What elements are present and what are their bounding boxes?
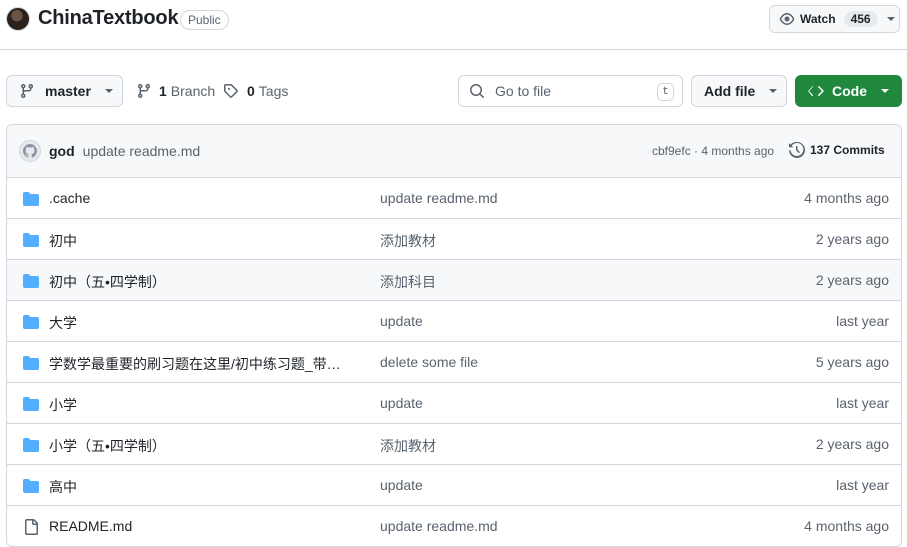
file-name-link[interactable]: .cache xyxy=(49,190,90,206)
go-to-file-input[interactable]: Go to file t xyxy=(458,75,683,107)
commit-author[interactable]: god xyxy=(49,143,75,159)
commit-hash-time[interactable]: cbf9efc · 4 months ago xyxy=(652,144,774,158)
file-name-link[interactable]: 高中 xyxy=(49,477,77,497)
commit-message-link[interactable]: update xyxy=(380,313,423,329)
chevron-down-icon xyxy=(886,17,895,21)
commit-message-link[interactable]: update readme.md xyxy=(380,190,498,206)
search-icon xyxy=(470,84,485,99)
file-name-link[interactable]: 初中（五•四学制） xyxy=(49,272,166,292)
branches-count: 1 xyxy=(159,83,167,99)
chevron-down-icon xyxy=(769,89,778,93)
tags-label: Tags xyxy=(258,83,289,99)
commit-author-avatar[interactable] xyxy=(19,140,41,162)
commit-message-link[interactable]: update xyxy=(380,477,423,493)
chevron-down-icon xyxy=(881,89,889,93)
commit-message[interactable]: update readme.md xyxy=(83,143,201,159)
file-name-link[interactable]: 小学 xyxy=(49,395,77,415)
folder-row[interactable]: 初中（五•四学制） 添加科目 2 years ago xyxy=(7,260,901,301)
folder-icon xyxy=(23,396,39,415)
branches-label: Branch xyxy=(170,83,216,99)
watch-button[interactable]: Watch 456 xyxy=(769,5,900,33)
folder-row[interactable]: 小学 update last year xyxy=(7,383,901,424)
commit-message-link[interactable]: 添加教材 xyxy=(380,231,436,251)
commit-age: 2 years ago xyxy=(815,272,889,288)
repo-toolbar: master 1 Branch 0 Tags Go to file t Add … xyxy=(0,75,907,107)
file-name-link[interactable]: 小学（五•四学制） xyxy=(49,436,166,456)
visibility-badge: Public xyxy=(180,10,229,30)
tag-icon xyxy=(224,84,238,98)
commit-message-link[interactable]: 添加科目 xyxy=(380,272,436,292)
file-name-link[interactable]: 初中 xyxy=(49,231,77,251)
file-name-link[interactable]: 学数学最重要的刷习题在这里/初中练习题_带… xyxy=(49,354,341,374)
folder-icon xyxy=(23,273,39,292)
folder-icon xyxy=(23,314,39,333)
commit-age: 4 months ago xyxy=(804,190,889,206)
branch-selector[interactable]: master xyxy=(6,75,123,107)
commit-message-link[interactable]: update xyxy=(380,395,423,411)
watch-label: Watch xyxy=(800,12,836,26)
code-button[interactable]: Code xyxy=(795,75,902,107)
search-placeholder: Go to file xyxy=(495,83,552,99)
file-list: .cache update readme.md 4 months ago 初中 添加教材… xyxy=(7,178,901,546)
commit-age: 5 years ago xyxy=(815,354,889,370)
commit-message-link[interactable]: update readme.md xyxy=(380,518,498,534)
history-icon xyxy=(789,142,805,158)
commit-message-link[interactable]: 添加教材 xyxy=(380,436,436,456)
file-row[interactable]: README.md update readme.md 4 months ago xyxy=(7,506,901,546)
repo-name[interactable]: ChinaTextbook xyxy=(38,7,179,30)
folder-row[interactable]: .cache update readme.md 4 months ago xyxy=(7,178,901,219)
file-table: god update readme.md cbf9efc · 4 months … xyxy=(6,124,902,547)
branch-icon xyxy=(21,83,33,99)
folder-icon xyxy=(23,478,39,497)
commit-age: 4 months ago xyxy=(804,518,889,534)
folder-row[interactable]: 小学（五•四学制） 添加教材 2 years ago xyxy=(7,424,901,465)
file-name-link[interactable]: README.md xyxy=(49,518,132,534)
repo-header: ChinaTextbook Public Watch 456 xyxy=(0,0,907,50)
owner-avatar[interactable] xyxy=(6,7,30,31)
branches-link[interactable]: 1 Branch xyxy=(136,75,215,107)
file-name-link[interactable]: 大学 xyxy=(49,313,77,333)
folder-icon xyxy=(23,355,39,374)
folder-icon xyxy=(23,191,39,210)
folder-icon xyxy=(23,232,39,251)
chevron-down-icon xyxy=(104,89,113,93)
tags-count: 0 xyxy=(247,83,255,99)
folder-row[interactable]: 高中 update last year xyxy=(7,465,901,506)
commits-history-link[interactable]: 137 Commits xyxy=(789,142,885,158)
folder-row[interactable]: 大学 update last year xyxy=(7,301,901,342)
commit-age: last year xyxy=(836,477,889,493)
code-icon xyxy=(808,86,824,96)
commit-age: 2 years ago xyxy=(815,436,889,452)
folder-row[interactable]: 学数学最重要的刷习题在这里/初中练习题_带… delete some file 5 … xyxy=(7,342,901,383)
commit-age: last year xyxy=(836,313,889,329)
folder-row[interactable]: 初中 添加教材 2 years ago xyxy=(7,219,901,260)
folder-icon xyxy=(23,437,39,456)
commit-message-link[interactable]: delete some file xyxy=(380,354,478,370)
commits-count-label: 137 Commits xyxy=(810,143,885,157)
github-mark-icon xyxy=(23,144,37,158)
commit-age: 2 years ago xyxy=(815,231,889,247)
code-label: Code xyxy=(832,83,867,99)
eye-icon xyxy=(779,13,795,25)
commit-age: last year xyxy=(836,395,889,411)
latest-commit-bar: god update readme.md cbf9efc · 4 months … xyxy=(7,125,901,178)
tags-link[interactable]: 0 Tags xyxy=(223,75,288,107)
add-file-label: Add file xyxy=(704,83,756,99)
branch-icon xyxy=(138,83,150,99)
watch-count: 456 xyxy=(843,11,878,27)
keyboard-shortcut-hint: t xyxy=(657,83,674,101)
add-file-button[interactable]: Add file xyxy=(691,75,787,107)
branch-name: master xyxy=(45,83,91,99)
file-icon xyxy=(23,519,39,538)
